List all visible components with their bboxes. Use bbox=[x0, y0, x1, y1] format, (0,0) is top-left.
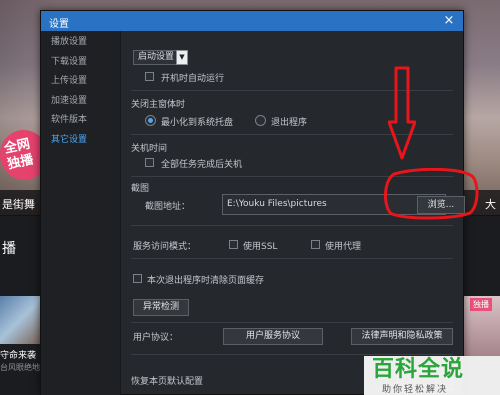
settings-sidebar: 播放设置 下载设置 上传设置 加速设置 软件版本 其它设置 bbox=[41, 31, 121, 395]
exit-radio[interactable] bbox=[255, 115, 266, 126]
chevron-down-icon[interactable]: ▼ bbox=[176, 50, 188, 65]
ssl-checkbox[interactable] bbox=[229, 240, 238, 249]
annotation-circle-icon bbox=[384, 168, 479, 220]
agreement-label: 用户协议： bbox=[133, 333, 179, 343]
banner-caption[interactable]: 是街舞 bbox=[2, 196, 35, 212]
dialog-title: 设置 bbox=[49, 19, 69, 30]
ssl-label: 使用SSL bbox=[243, 242, 278, 252]
banner-caption-right[interactable]: 大 bbox=[485, 196, 496, 212]
shutdown-checkbox[interactable] bbox=[145, 158, 154, 167]
abnormal-detect-button[interactable]: 异常检测 bbox=[133, 299, 189, 316]
exclusive-tag: 独播 bbox=[470, 298, 492, 311]
sidebar-item-version[interactable]: 软件版本 bbox=[41, 111, 120, 131]
section-title: 播 bbox=[2, 241, 16, 257]
clear-cache-checkbox[interactable] bbox=[133, 274, 142, 283]
user-service-agreement-button[interactable]: 用户服务协议 bbox=[223, 328, 323, 345]
autorun-label: 开机时自动运行 bbox=[161, 74, 225, 84]
screenshot-path-label: 截图地址： bbox=[145, 202, 191, 212]
minimize-radio[interactable] bbox=[145, 115, 156, 126]
screenshot-heading: 截图 bbox=[131, 184, 150, 194]
sidebar-item-playback[interactable]: 播放设置 bbox=[41, 33, 120, 53]
close-icon[interactable]: × bbox=[441, 13, 457, 29]
service-mode-label: 服务访问模式： bbox=[133, 242, 197, 252]
divider bbox=[131, 322, 453, 323]
sidebar-item-upload[interactable]: 上传设置 bbox=[41, 72, 120, 92]
privacy-policy-button[interactable]: 法律声明和隐私政策 bbox=[351, 328, 453, 345]
sidebar-item-download[interactable]: 下载设置 bbox=[41, 53, 120, 73]
divider bbox=[131, 225, 453, 226]
sidebar-item-acceleration[interactable]: 加速设置 bbox=[41, 92, 120, 112]
watermark: 百科全说 助你轻松解决 bbox=[364, 356, 500, 395]
watermark-logo: 百科全说 bbox=[372, 357, 465, 382]
watermark-tagline: 助你轻松解决 bbox=[382, 385, 449, 395]
proxy-checkbox[interactable] bbox=[311, 240, 320, 249]
autorun-checkbox[interactable] bbox=[145, 72, 154, 81]
dialog-titlebar[interactable]: 设置 × bbox=[41, 11, 463, 31]
sidebar-item-other[interactable]: 其它设置 bbox=[41, 131, 120, 151]
proxy-label: 使用代理 bbox=[325, 242, 362, 252]
clear-cache-label: 本次退出程序时清除页面缓存 bbox=[147, 276, 265, 286]
shutdown-label: 全部任务完成后关机 bbox=[161, 160, 243, 170]
reset-defaults-link[interactable]: 恢复本页默认配置 bbox=[131, 374, 203, 387]
close-main-heading: 关闭主窗体时 bbox=[131, 100, 186, 110]
shutdown-heading: 关机时间 bbox=[131, 144, 168, 154]
video-title[interactable]: 守命来袭 bbox=[0, 348, 36, 361]
minimize-label: 最小化到系统托盘 bbox=[161, 118, 234, 128]
annotation-arrow-icon bbox=[388, 66, 416, 160]
video-thumbnail[interactable] bbox=[0, 296, 40, 344]
video-subtitle: 台风眼绝地 bbox=[0, 363, 40, 372]
divider bbox=[131, 258, 453, 259]
exit-label: 退出程序 bbox=[271, 118, 308, 128]
divider bbox=[131, 354, 453, 355]
